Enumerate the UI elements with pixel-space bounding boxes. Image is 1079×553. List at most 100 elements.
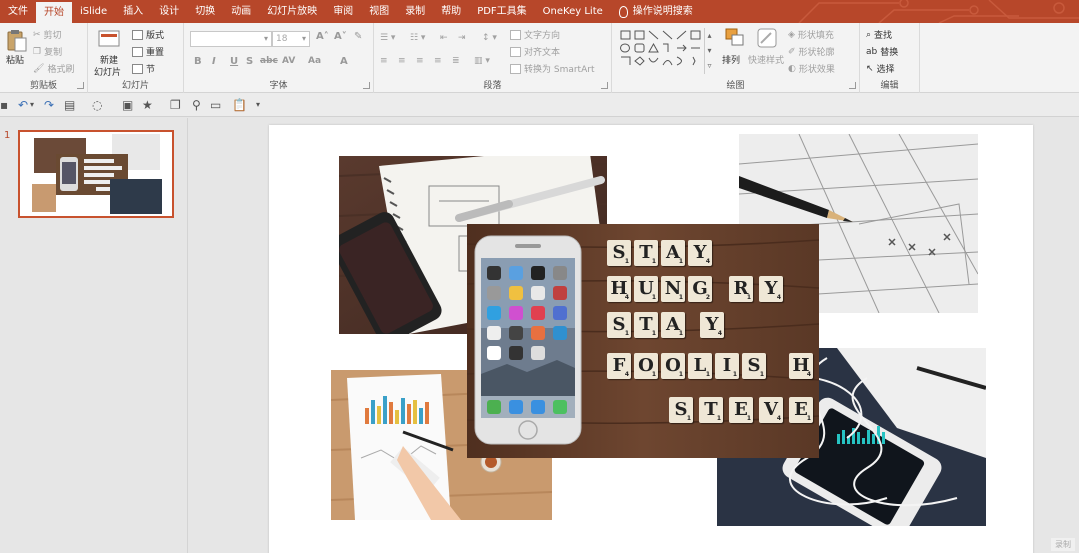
tab-home[interactable]: 开始 bbox=[36, 2, 72, 23]
slide-thumbnail-1[interactable] bbox=[18, 130, 174, 218]
new-slide-dropdown[interactable]: 幻灯片 bbox=[94, 65, 121, 78]
tile-letter: Y bbox=[705, 314, 719, 335]
strikethrough-button[interactable]: abc bbox=[260, 56, 278, 66]
tell-me-search[interactable]: 操作说明搜索 bbox=[611, 0, 701, 23]
tab-onekey-lite[interactable]: OneKey Lite bbox=[535, 0, 611, 23]
align-right-button[interactable]: ≡ bbox=[416, 56, 424, 66]
numbering-button[interactable]: ☷ ▾ bbox=[410, 33, 425, 43]
tell-me-label: 操作说明搜索 bbox=[632, 6, 693, 17]
group-label-clipboard: 剪贴板 bbox=[29, 81, 57, 91]
shape-effects-button[interactable]: ◐ 形状效果 bbox=[788, 62, 835, 76]
shadow-button[interactable]: S bbox=[246, 56, 253, 67]
tile-letter: F bbox=[612, 355, 626, 376]
shapes-gallery[interactable] bbox=[618, 28, 710, 74]
photo-stay-hungry[interactable]: S1 T1 A1 Y4 H4 U1 N1 G2 R1 Y4 S1 T1 A1 Y… bbox=[467, 224, 819, 458]
shapes-scroll[interactable]: ▴ ▾ ▿ bbox=[704, 28, 714, 74]
undo-dropdown-icon[interactable]: ▾ bbox=[30, 98, 34, 112]
bullets-button[interactable]: ☰ ▾ bbox=[380, 33, 395, 43]
tab-help[interactable]: 帮助 bbox=[433, 0, 469, 23]
tile-score: 4 bbox=[806, 371, 811, 378]
underline-button[interactable]: U bbox=[230, 56, 238, 67]
reset-button[interactable]: 重置 bbox=[132, 45, 164, 58]
arrange-button[interactable]: 排列 bbox=[722, 53, 740, 66]
decrease-indent-button[interactable]: ⇤ bbox=[440, 33, 448, 43]
tab-islide[interactable]: iSlide bbox=[72, 0, 115, 23]
shrink-font-icon[interactable]: A˅ bbox=[334, 31, 347, 42]
quick-access-toolbar: ▪ ↶ ▾ ↷ ▤ ◌ ▣ ★ ❐ ⚲ ▭ 📋 ▾ bbox=[0, 93, 1079, 117]
painter-label: 格式刷 bbox=[47, 65, 75, 75]
text-direction-button[interactable]: 文字方向 bbox=[510, 28, 560, 41]
star-icon[interactable]: ★ bbox=[142, 98, 153, 112]
scissors-icon: ✂ bbox=[33, 29, 41, 40]
increase-indent-button[interactable]: ⇥ bbox=[458, 33, 466, 43]
columns-button[interactable]: ▥ ▾ bbox=[474, 56, 490, 66]
font-name-combo[interactable] bbox=[190, 31, 272, 47]
textbox-icon[interactable]: ▭ bbox=[210, 98, 221, 112]
tile-score: 4 bbox=[776, 294, 781, 301]
grow-font-icon[interactable]: A˄ bbox=[316, 31, 329, 42]
save-icon[interactable]: ▪ bbox=[0, 98, 8, 112]
cursor-icon: ↖ bbox=[866, 63, 874, 74]
align-text-button[interactable]: 对齐文本 bbox=[510, 45, 560, 58]
distribute-button[interactable]: ≣ bbox=[452, 56, 460, 66]
smartart-button[interactable]: 转换为 SmartArt bbox=[510, 62, 594, 75]
bold-button[interactable]: B bbox=[194, 56, 202, 67]
undo-icon[interactable]: ↶ bbox=[18, 98, 28, 112]
tab-view[interactable]: 视图 bbox=[361, 0, 397, 23]
customize-qat-icon[interactable]: ▾ bbox=[256, 98, 260, 112]
redo-icon[interactable]: ↷ bbox=[44, 98, 54, 112]
tab-transitions[interactable]: 切换 bbox=[187, 0, 223, 23]
drawing-launcher[interactable] bbox=[849, 82, 856, 89]
tab-animations[interactable]: 动画 bbox=[223, 0, 259, 23]
align-center-button[interactable]: ≡ bbox=[398, 56, 406, 66]
tab-file[interactable]: 文件 bbox=[0, 0, 36, 23]
letter-tile: T1 bbox=[634, 312, 658, 338]
select-button[interactable]: ↖ 选择 bbox=[866, 62, 895, 76]
pin-icon[interactable]: ⚲ bbox=[192, 98, 201, 112]
change-case-button[interactable]: Aa bbox=[308, 56, 321, 66]
letter-tile: R1 bbox=[729, 276, 753, 302]
slide-thumbnail-pane: 1 bbox=[0, 118, 188, 553]
quick-styles-button[interactable]: 快速样式 bbox=[748, 53, 784, 66]
italic-button[interactable]: I bbox=[212, 56, 216, 67]
align-text-icon bbox=[510, 46, 521, 57]
tab-design[interactable]: 设计 bbox=[151, 0, 187, 23]
tile-letter: L bbox=[693, 355, 707, 376]
shapes-icon[interactable]: ◌ bbox=[92, 98, 102, 112]
record-badge[interactable]: 录制 bbox=[1051, 538, 1075, 551]
present-icon[interactable]: ▣ bbox=[122, 98, 133, 112]
tile-letter: E bbox=[794, 399, 808, 420]
format-painter-button[interactable]: 🖌 格式刷 bbox=[33, 62, 75, 76]
tile-letter: T bbox=[639, 242, 653, 263]
paste-button[interactable]: 粘贴 bbox=[6, 53, 24, 66]
font-size-combo[interactable]: 18 bbox=[272, 31, 310, 47]
justify-button[interactable]: ≡ bbox=[434, 56, 442, 66]
char-spacing-button[interactable]: AV bbox=[282, 56, 295, 66]
brush-icon: 🖌 bbox=[33, 63, 45, 74]
clear-format-icon[interactable]: ✎ bbox=[354, 31, 362, 42]
shape-outline-button[interactable]: ✐ 形状轮廓 bbox=[788, 45, 835, 59]
find-button[interactable]: ⌕ 查找 bbox=[866, 28, 892, 42]
tab-review[interactable]: 审阅 bbox=[325, 0, 361, 23]
tab-pdf-tools[interactable]: PDF工具集 bbox=[469, 0, 534, 23]
tile-letter: T bbox=[639, 314, 653, 335]
line-spacing-button[interactable]: ↕ ▾ bbox=[482, 33, 497, 43]
arrange-icon bbox=[725, 28, 744, 46]
clipboard-icon[interactable]: 📋 bbox=[232, 98, 247, 112]
cut-button[interactable]: ✂ 剪切 bbox=[33, 28, 62, 42]
shape-fill-button[interactable]: ◈ 形状填充 bbox=[788, 28, 834, 42]
tab-insert[interactable]: 插入 bbox=[115, 0, 151, 23]
replace-button[interactable]: ab 替换 bbox=[866, 45, 898, 59]
section-button[interactable]: 节 bbox=[132, 62, 155, 75]
align-left-button[interactable]: ≡ bbox=[380, 56, 388, 66]
clipboard-launcher[interactable] bbox=[77, 82, 84, 89]
font-color-button[interactable]: A bbox=[340, 56, 348, 67]
duplicate-icon[interactable]: ❐ bbox=[170, 98, 181, 112]
copy-button[interactable]: ❐ 复制 bbox=[33, 45, 62, 59]
paragraph-launcher[interactable] bbox=[601, 82, 608, 89]
from-beginning-icon[interactable]: ▤ bbox=[64, 98, 75, 112]
tab-slideshow[interactable]: 幻灯片放映 bbox=[259, 0, 325, 23]
layout-button[interactable]: 版式 bbox=[132, 28, 164, 41]
tab-record[interactable]: 录制 bbox=[397, 0, 433, 23]
font-launcher[interactable] bbox=[363, 82, 370, 89]
